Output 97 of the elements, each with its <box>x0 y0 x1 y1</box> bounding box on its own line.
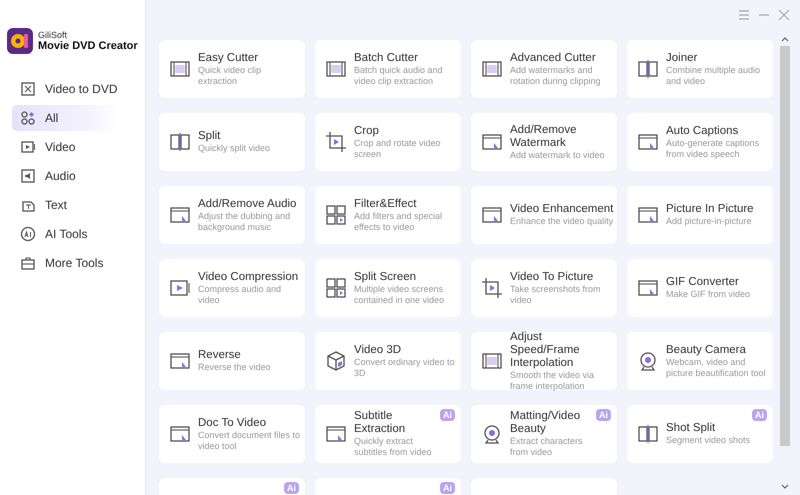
sidebar-item[interactable]: Audio <box>12 163 120 189</box>
tool-title: Auto Captions <box>666 124 738 138</box>
crop-icon <box>324 130 348 154</box>
tool-title: Video 3D <box>354 344 402 356</box>
tool-title: Matting/Video Beauty <box>510 410 582 436</box>
tool-title: Reverse <box>198 349 241 362</box>
speaker-icon <box>20 168 36 184</box>
tool-description: Quickly extract subtitles from video <box>354 436 433 458</box>
tool-title: Adjust Speed/Frame Interpolation <box>510 330 581 370</box>
tool-description: Extract characters from video <box>510 436 584 458</box>
grid-icon <box>324 203 348 227</box>
ai-badge: Ai <box>752 409 767 421</box>
ai-icon <box>20 226 36 242</box>
tool-description: Convert document files to video tool <box>198 430 302 452</box>
menu-icon[interactable] <box>738 9 750 21</box>
tool-title: Add/Remove Audio <box>198 198 296 210</box>
tool-description: Quickly split video <box>198 143 270 154</box>
tool-card[interactable]: Video To Picture Take screenshots from video <box>471 259 617 317</box>
ai-badge: Ai <box>596 409 611 421</box>
tool-card[interactable]: Video Enhancement Enhance the video quality <box>471 186 617 244</box>
tool-title: Shot Split <box>666 422 716 435</box>
tool-description: Auto-generate captions from video speech <box>666 138 760 160</box>
apps-icon <box>20 110 36 126</box>
tool-card[interactable]: GIF Converter Make GIF from video <box>627 259 773 317</box>
split-icon <box>636 422 660 446</box>
tool-card[interactable]: Adjust Speed/Frame Interpolation Smooth the video via frame interpolation <box>471 332 617 390</box>
tool-card[interactable]: Crop Crop and rotate video screen <box>315 113 461 171</box>
tool-card[interactable]: Picture In Picture Add picture-in-picture <box>627 186 773 244</box>
vendor-name: GiliSoft <box>38 30 68 40</box>
tool-title: Split <box>198 130 220 143</box>
play-icon <box>20 139 36 155</box>
tool-title: Doc To Video <box>198 416 266 430</box>
tool-title: GIF Converter <box>666 276 739 289</box>
tool-description: Compress audio and video <box>198 284 282 306</box>
tool-description: Add filters and special effects to video <box>354 210 444 232</box>
tool-card[interactable]: Doc To Video Convert document files to video tool <box>159 405 305 463</box>
tool-title: Joiner <box>666 52 698 64</box>
tool-card[interactable]: Batch Cutter Batch quick audio and video clip extraction <box>315 40 461 98</box>
toolbox-icon <box>20 255 36 271</box>
tool-description: Batch quick audio and video clip extraction <box>354 64 444 86</box>
tool-description: Smooth the video via frame interpolation <box>510 370 596 392</box>
tool-title: Subtitle Extraction <box>354 410 406 436</box>
tool-title: Filter&Effect <box>354 198 416 210</box>
tool-description: Segment video shots <box>666 435 750 446</box>
tool-card[interactable]: Video Compression Compress audio and video <box>159 259 305 317</box>
tool-description: Adjust the dubbing and background music <box>198 210 292 232</box>
close-icon[interactable] <box>778 9 790 21</box>
tool-card[interactable]: Reverse Reverse the video <box>159 332 305 390</box>
tool-description: Add watermark to video <box>510 150 605 160</box>
tool-card[interactable]: Joiner Combine multiple audio and video <box>627 40 773 98</box>
tool-title: Video Enhancement <box>510 203 614 216</box>
tool-card[interactable]: Easy Cutter Quick video clip extraction <box>159 40 305 98</box>
tool-description: Take screenshots from video <box>510 284 602 306</box>
tool-description: Add watermarks and rotation during clipping <box>510 64 602 86</box>
tool-card[interactable]: Add/Remove Watermark Add watermark to video <box>471 113 617 171</box>
tool-description: Multiple video screens contained in one video <box>354 284 446 306</box>
tool-title: Batch Cutter <box>354 52 418 64</box>
tool-title: Crop <box>354 124 379 138</box>
grid-icon <box>324 276 348 300</box>
tool-title: Video To Picture <box>510 270 594 284</box>
tool-card[interactable]: Split Quickly split video <box>159 113 305 171</box>
tool-title: Split Screen <box>354 270 416 284</box>
tool-description: Add picture-in-picture <box>666 216 752 227</box>
sidebar-item[interactable]: More Tools <box>12 250 120 276</box>
tool-card[interactable]: Add/Remove Audio Adjust the dubbing and background music <box>159 186 305 244</box>
tool-card[interactable]: Advanced Cutter Add watermarks and rotation during clipping <box>471 40 617 98</box>
tool-title: Advanced Cutter <box>510 52 596 64</box>
tool-description: Convert ordinary video to 3D <box>354 356 456 378</box>
split-icon <box>636 57 660 81</box>
app-name: Movie DVD Creator <box>38 40 138 52</box>
tool-description: Combine multiple audio and video <box>666 64 762 86</box>
sidebar-item[interactable]: Text <box>12 192 120 218</box>
sidebar-item[interactable]: Video to DVD <box>12 76 120 102</box>
tool-description: Crop and rotate video screen <box>354 138 442 160</box>
app-logo <box>7 28 33 54</box>
crop-icon <box>480 276 504 300</box>
tool-card[interactable]: Video 3D Convert ordinary video to 3D <box>315 332 461 390</box>
tool-title: Easy Cutter <box>198 52 258 64</box>
tool-description: Enhance the video quality <box>510 216 614 227</box>
tool-title: Beauty Camera <box>666 344 746 356</box>
tool-card[interactable]: Filter&Effect Add filters and special effects to video <box>315 186 461 244</box>
sidebar-item[interactable]: Video <box>12 134 120 160</box>
ai-badge: Ai <box>440 482 455 494</box>
tool-description: Make GIF from video <box>666 289 750 300</box>
tool-card[interactable]: Auto Captions Auto-generate captions from video speech <box>627 113 773 171</box>
tool-description: Webcam, video and picture beautification tool <box>666 356 767 378</box>
split-icon <box>168 130 192 154</box>
tool-title: Add/Remove Watermark <box>510 124 578 150</box>
tool-card[interactable]: Beauty Camera Webcam, video and picture beautification tool <box>627 332 773 390</box>
tool-title: Picture In Picture <box>666 203 754 216</box>
tool-title: Video Compression <box>198 270 298 284</box>
tool-card[interactable]: Split Screen Multiple video screens contained in one video <box>315 259 461 317</box>
ai-badge: Ai <box>440 409 455 421</box>
ai-badge: Ai <box>284 482 299 494</box>
tool-description: Reverse the video <box>198 362 271 373</box>
sidebar-item[interactable]: AI Tools <box>12 221 120 247</box>
tool-description: Quick video clip extraction <box>198 64 262 86</box>
